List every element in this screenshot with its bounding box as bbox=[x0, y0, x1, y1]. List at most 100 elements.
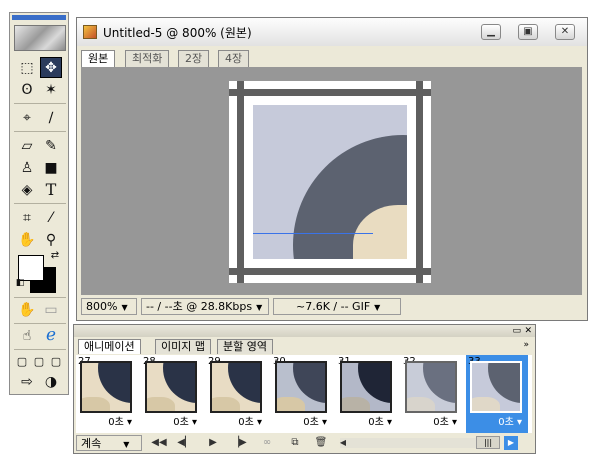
jump-to-app-icon[interactable]: ◑ bbox=[40, 371, 62, 392]
frame-scrollbar-track[interactable] bbox=[340, 438, 478, 448]
crop-icon[interactable]: ⌗ bbox=[16, 207, 38, 228]
magic-wand-icon[interactable]: ✶ bbox=[40, 79, 62, 100]
default-colors-icon[interactable]: ◧ bbox=[14, 277, 26, 289]
animation-controls: 계속 ▼ ◀◀ ◀▏ ▶ ▕▶ ∞ ⧉ 🗑 ◀ ||| ▶ bbox=[76, 435, 532, 451]
tab-original[interactable]: 원본 bbox=[81, 50, 116, 67]
preview-browser-icon[interactable]: ℯ bbox=[40, 325, 62, 346]
guide-line[interactable] bbox=[253, 233, 373, 234]
frame-delay[interactable]: 0초 ▾ bbox=[368, 417, 392, 429]
tab-optimized[interactable]: 최적화 bbox=[125, 50, 170, 67]
status-bar: 800% ▼ -- / --초 @ 28.8Kbps ▼ ~7.6K / -- GI… bbox=[81, 297, 582, 317]
loop-select[interactable]: 계속 ▼ bbox=[76, 435, 142, 451]
lasso-tool-icon[interactable]: ʘ bbox=[16, 79, 38, 100]
separator bbox=[14, 103, 66, 104]
document-window: Untitled-5 @ 800% (원본) ▁ ▣ ✕ 원본 최적화 2장 4… bbox=[76, 17, 588, 321]
frame-bar-left bbox=[237, 81, 244, 283]
tab-animation[interactable]: 애니메이션 bbox=[78, 339, 141, 354]
download-time-select[interactable]: -- / --초 @ 28.8Kbps ▼ bbox=[141, 298, 269, 315]
palette-grip[interactable] bbox=[12, 15, 66, 20]
shape-icon[interactable]: ■ bbox=[40, 157, 62, 178]
separator bbox=[14, 297, 66, 298]
eraser-icon[interactable]: ▱ bbox=[16, 135, 38, 156]
tab-image-map[interactable]: 이미지 맵 bbox=[155, 339, 211, 354]
tween-icon[interactable]: ∞ bbox=[258, 436, 276, 450]
slice-visibility-icon: ▭ bbox=[44, 301, 58, 318]
minimize-button[interactable]: ▁ bbox=[481, 24, 501, 40]
frame-thumbnail bbox=[80, 361, 132, 413]
tab-2up[interactable]: 2장 bbox=[178, 50, 210, 67]
adobe-logo[interactable] bbox=[14, 25, 66, 51]
zoom-value: 800% bbox=[86, 300, 118, 313]
panel-menu-icon[interactable]: » bbox=[523, 340, 529, 350]
delete-frame-icon[interactable]: 🗑 bbox=[312, 436, 330, 450]
loop-value: 계속 bbox=[81, 437, 102, 450]
file-size-select[interactable]: ~7.6K / -- GIF ▼ bbox=[273, 298, 401, 315]
first-frame-icon[interactable]: ◀◀ bbox=[150, 436, 168, 450]
zoom-select[interactable]: 800% ▼ bbox=[81, 298, 137, 315]
separator bbox=[14, 203, 66, 204]
tab-4up[interactable]: 4장 bbox=[218, 50, 250, 67]
next-frame-icon[interactable]: ▕▶ bbox=[230, 436, 248, 450]
animation-panel: ▭ ✕ 애니메이션 이미지 맵 분할 영역 » 27 0초 ▾ 28 0초 ▾ … bbox=[73, 324, 536, 454]
animation-frame[interactable]: 30 0초 ▾ bbox=[271, 355, 333, 433]
frame-bar-top bbox=[229, 89, 431, 96]
separator bbox=[14, 349, 66, 350]
previous-frame-icon[interactable]: ◀▏ bbox=[176, 436, 194, 450]
screen-mode-full-icon[interactable]: ▢ bbox=[48, 351, 64, 372]
screen-mode-menu-icon[interactable]: ▢ bbox=[31, 351, 47, 372]
frame-bar-right bbox=[416, 81, 423, 283]
panel-title-bar[interactable]: ▭ ✕ bbox=[74, 325, 535, 337]
file-size-value: ~7.6K / -- GIF bbox=[296, 300, 371, 313]
frame-delay[interactable]: 0초 ▾ bbox=[238, 417, 262, 429]
slice-select-icon[interactable]: ⌖ bbox=[16, 107, 38, 128]
title-bar[interactable]: Untitled-5 @ 800% (원본) ▁ ▣ ✕ bbox=[77, 18, 587, 46]
animation-frame-selected[interactable]: 33 0초 ▾ bbox=[466, 355, 528, 433]
panel-close-icon[interactable]: ✕ bbox=[524, 326, 532, 336]
zoom-icon[interactable]: ⚲ bbox=[40, 229, 62, 250]
download-time-value: -- / --초 @ 28.8Kbps bbox=[146, 300, 253, 313]
animation-frame[interactable]: 32 0초 ▾ bbox=[401, 355, 463, 433]
close-button[interactable]: ✕ bbox=[555, 24, 575, 40]
canvas-area[interactable] bbox=[81, 67, 582, 295]
stamp-icon[interactable]: ♙ bbox=[16, 157, 38, 178]
pencil-icon[interactable]: ✎ bbox=[40, 135, 62, 156]
move-tool-icon[interactable]: ✥ bbox=[40, 57, 62, 78]
frame-thumbnail bbox=[275, 361, 327, 413]
frame-thumbnail bbox=[210, 361, 262, 413]
animation-frame[interactable]: 31 0초 ▾ bbox=[336, 355, 398, 433]
panel-minimize-icon[interactable]: ▭ bbox=[512, 326, 521, 336]
scrollbar-thumb[interactable]: ||| bbox=[476, 436, 500, 449]
duplicate-frame-icon[interactable]: ⧉ bbox=[286, 436, 304, 450]
hand-icon[interactable]: ✋ bbox=[16, 229, 38, 250]
tab-slices[interactable]: 분할 영역 bbox=[217, 339, 273, 354]
scroll-right-icon[interactable]: ▶ bbox=[504, 436, 518, 450]
paint-bucket-icon[interactable]: ◈ bbox=[16, 179, 38, 200]
hand-disabled-icon: ✋ bbox=[18, 301, 36, 318]
document-icon bbox=[83, 25, 97, 39]
separator bbox=[14, 131, 66, 132]
frame-delay[interactable]: 0초 ▾ bbox=[108, 417, 132, 429]
type-tool-icon[interactable]: T bbox=[40, 179, 62, 200]
maximize-button[interactable]: ▣ bbox=[518, 24, 538, 40]
hand-edit-icon[interactable]: ☝ bbox=[16, 325, 38, 346]
frame-thumbnail bbox=[145, 361, 197, 413]
scroll-left-icon[interactable]: ◀ bbox=[334, 436, 352, 450]
image-content bbox=[253, 105, 407, 259]
frame-delay[interactable]: 0초 ▾ bbox=[173, 417, 197, 429]
eyedropper-icon[interactable]: ⁄ bbox=[40, 207, 62, 228]
marquee-tool-icon[interactable]: ⬚ bbox=[16, 57, 38, 78]
swap-colors-icon[interactable]: ⇄ bbox=[48, 249, 62, 263]
frame-delay[interactable]: 0초 ▾ bbox=[433, 417, 457, 429]
frame-delay[interactable]: 0초 ▾ bbox=[498, 417, 522, 429]
document-title: Untitled-5 @ 800% (원본) bbox=[103, 26, 252, 40]
animation-frame[interactable]: 27 0초 ▾ bbox=[76, 355, 138, 433]
jump-to-photoshop-icon[interactable]: ⇨ bbox=[16, 371, 38, 392]
animation-frame[interactable]: 29 0초 ▾ bbox=[206, 355, 268, 433]
image-canvas[interactable] bbox=[229, 81, 431, 283]
frame-thumbnail bbox=[340, 361, 392, 413]
screen-mode-standard-icon[interactable]: ▢ bbox=[14, 351, 30, 372]
play-icon[interactable]: ▶ bbox=[204, 436, 222, 450]
frame-delay[interactable]: 0초 ▾ bbox=[303, 417, 327, 429]
animation-frame[interactable]: 28 0초 ▾ bbox=[141, 355, 203, 433]
slice-tool-icon[interactable]: ∕ bbox=[40, 107, 62, 128]
